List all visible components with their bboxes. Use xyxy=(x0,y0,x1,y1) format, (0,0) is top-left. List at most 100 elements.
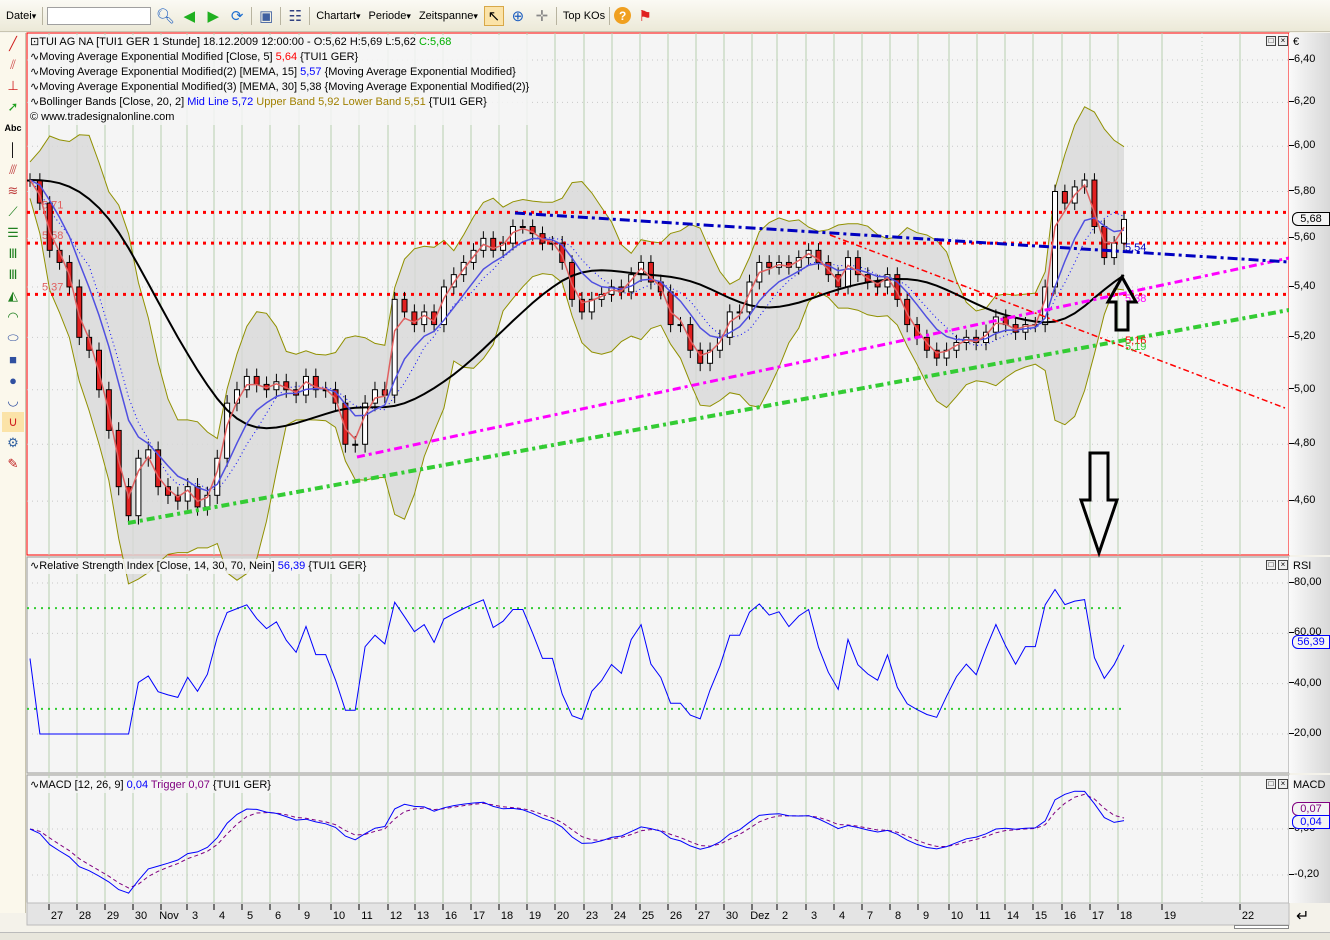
date-label: 30 xyxy=(135,910,147,922)
legend-bollinger[interactable]: ∿Bollinger Bands [Close, 20, 2] Mid Line… xyxy=(30,95,529,110)
rsi-legend[interactable]: ∿Relative Strength Index [Close, 14, 30,… xyxy=(30,559,367,574)
macd-legend[interactable]: ∿MACD [12, 26, 9] 0,04 Trigger 0,07 {TUI… xyxy=(30,778,271,793)
candle xyxy=(194,486,201,508)
date-label: 14 xyxy=(1007,910,1019,922)
date-label: 5 xyxy=(247,910,253,922)
bb-mid: Mid Line 5,72 xyxy=(187,96,254,108)
rsi-source: {TUI1 GER} xyxy=(305,560,367,572)
candle xyxy=(845,257,852,288)
candle xyxy=(135,457,142,517)
price-tick-label: 5,20 xyxy=(1289,330,1330,342)
date-label: 16 xyxy=(445,910,457,922)
reset-view-icon[interactable]: ↵ xyxy=(1296,906,1309,926)
date-label: 4 xyxy=(219,910,225,922)
macd-label: MACD [12, 26, 9] xyxy=(39,779,127,791)
status-bar xyxy=(0,932,1330,940)
date-label: 10 xyxy=(333,910,345,922)
maximize-panel-button[interactable]: □ xyxy=(1266,36,1276,46)
green-trend-label: 5,19 xyxy=(1125,341,1146,353)
legend-title-text: TUI AG NA [TUI1 GER 1 Stunde] 18.12.2009… xyxy=(39,36,419,48)
horizontal-scrollbar[interactable] xyxy=(1234,925,1289,929)
date-label: 19 xyxy=(1164,910,1176,922)
candle xyxy=(352,443,359,446)
trigger-value: Trigger 0,07 xyxy=(148,779,210,791)
rsi-axis-label[interactable]: RSI xyxy=(1293,560,1311,572)
legend-ema5[interactable]: ∿Moving Average Exponential Modified [Cl… xyxy=(30,50,529,65)
maximize-rsi-button[interactable]: □ xyxy=(1266,560,1276,570)
rsi-axis[interactable] xyxy=(1289,557,1330,773)
date-label: Dez xyxy=(750,910,770,922)
mema30-label: Moving Average Exponential Modified(3) [… xyxy=(39,81,530,93)
rsi-label: Relative Strength Index [Close, 14, 30, … xyxy=(39,560,278,572)
rsi-tick-label: 40,00 xyxy=(1289,677,1330,689)
trigger-marker: 0,07 xyxy=(1292,801,1330,816)
candle xyxy=(421,311,428,326)
rsi-panel xyxy=(26,556,1290,774)
copyright[interactable]: © www.tradesignalonline.com xyxy=(30,110,529,125)
ema5-label: Moving Average Exponential Modified [Clo… xyxy=(39,51,276,63)
close-rsi-button[interactable]: × xyxy=(1278,560,1288,570)
date-label: 28 xyxy=(79,910,91,922)
date-label: 22 xyxy=(1242,910,1254,922)
macd-axis[interactable] xyxy=(1289,775,1330,903)
legend-mema30[interactable]: ∿Moving Average Exponential Modified(3) … xyxy=(30,80,529,95)
date-label: 7 xyxy=(867,910,873,922)
mema15-value: 5,57 xyxy=(300,66,322,78)
date-label: 4 xyxy=(839,910,845,922)
currency-label: € xyxy=(1293,36,1300,48)
date-label: 6 xyxy=(275,910,281,922)
bb-label: Bollinger Bands [Close, 20, 2] xyxy=(39,96,188,108)
date-label: 18 xyxy=(501,910,513,922)
macd-marker: 0,04 xyxy=(1292,814,1330,829)
ema5-source: {TUI1 GER} xyxy=(297,51,359,63)
mema15-source: {Moving Average Exponential Modified} xyxy=(321,66,516,78)
date-label: 20 xyxy=(557,910,569,922)
date-label: 2 xyxy=(782,910,788,922)
candle xyxy=(766,261,773,268)
macd-tick-label: -0,20 xyxy=(1289,868,1330,880)
price-marker: 5,68 xyxy=(1292,212,1330,227)
close-panel-button[interactable]: × xyxy=(1278,36,1288,46)
date-label: 9 xyxy=(304,910,310,922)
date-label: 17 xyxy=(1092,910,1104,922)
legend-title[interactable]: ⊡TUI AG NA [TUI1 GER 1 Stunde] 18.12.200… xyxy=(30,35,529,50)
macd-source: {TUI1 GER} xyxy=(209,779,271,791)
candle xyxy=(253,375,260,385)
date-label: 24 xyxy=(614,910,626,922)
date-label: 15 xyxy=(1035,910,1047,922)
macd-value: 0,04 xyxy=(126,779,149,791)
price-tick-label: 5,40 xyxy=(1289,280,1330,292)
bb-lower: Lower Band 5,51 xyxy=(339,96,426,108)
date-label: 23 xyxy=(586,910,598,922)
candle xyxy=(184,486,191,502)
date-label: 10 xyxy=(951,910,963,922)
candle xyxy=(401,298,408,313)
price-tick-label: 5,60 xyxy=(1289,231,1330,243)
date-label: 11 xyxy=(361,910,372,922)
candle xyxy=(1061,191,1068,204)
price-tick-label: 5,00 xyxy=(1289,383,1330,395)
price-tick-label: 5,80 xyxy=(1289,185,1330,197)
maximize-macd-button[interactable]: □ xyxy=(1266,779,1276,789)
date-label: 26 xyxy=(670,910,682,922)
date-label: 3 xyxy=(811,910,817,922)
rsi-marker: 56,39 xyxy=(1292,635,1330,650)
date-label: 27 xyxy=(698,910,710,922)
rsi-tick-label: 80,00 xyxy=(1289,576,1330,588)
candle xyxy=(362,402,369,445)
rsi-tick-label: 20,00 xyxy=(1289,727,1330,739)
candle xyxy=(519,226,526,229)
rsi-value: 56,39 xyxy=(277,560,306,572)
price-axis[interactable] xyxy=(1289,33,1330,555)
blue-trend-label: 5,54 xyxy=(1125,242,1146,254)
close-macd-button[interactable]: × xyxy=(1278,779,1288,789)
date-label: 18 xyxy=(1120,910,1132,922)
mema15-label: Moving Average Exponential Modified(2) [… xyxy=(39,66,301,78)
date-label: 27 xyxy=(51,910,63,922)
ema5-value: 5,64 xyxy=(275,51,298,63)
legend-close: C:5,68 xyxy=(418,36,452,48)
bb-source: {TUI1 GER} xyxy=(425,96,487,108)
legend-mema15[interactable]: ∿Moving Average Exponential Modified(2) … xyxy=(30,65,529,80)
date-label: 8 xyxy=(895,910,901,922)
macd-axis-label[interactable]: MACD xyxy=(1293,779,1325,791)
